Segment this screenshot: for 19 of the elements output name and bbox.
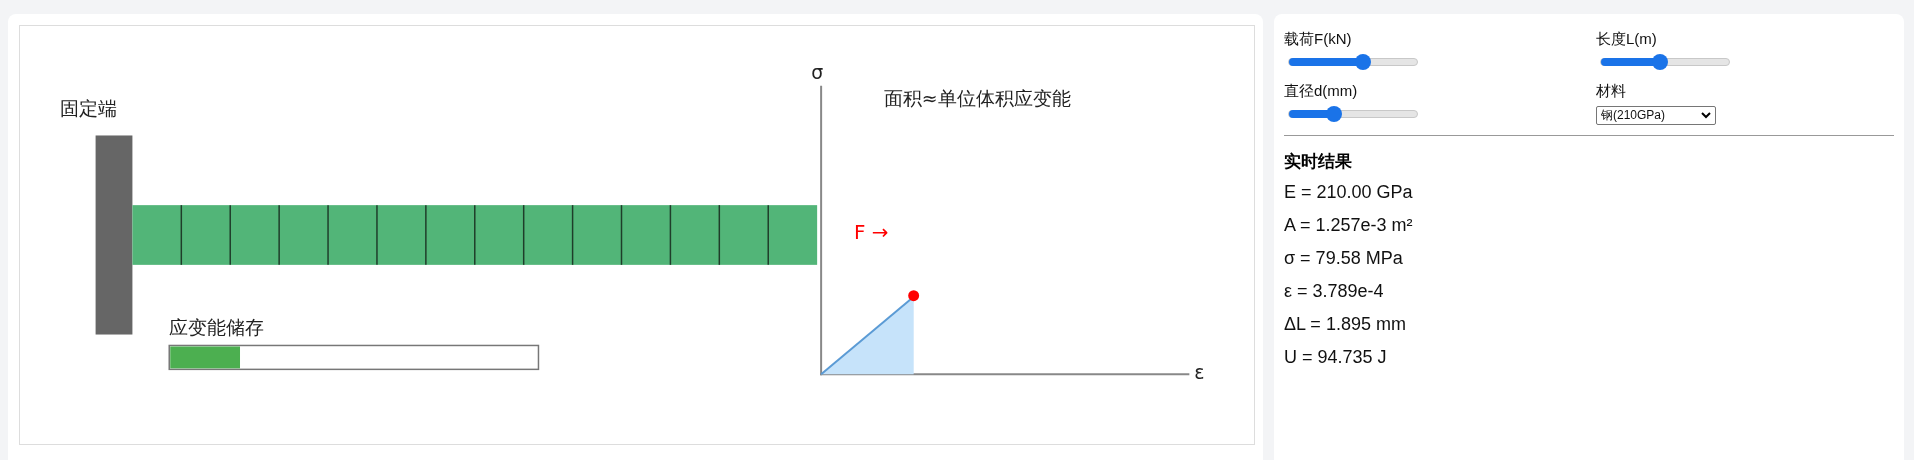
control-label: 载荷F(kN) [1284, 30, 1353, 49]
result-line: ΔL = 1.895 mm [1284, 313, 1407, 336]
caret-icon [1701, 112, 1711, 119]
fixed-end-label: 固定端 [59, 96, 117, 119]
result-line: σ = 79.58 MPa [1284, 247, 1404, 270]
control-label: 长度L(m) [1596, 30, 1658, 49]
result-line: A = 1.257e-3 m² [1284, 214, 1414, 237]
energy-label: 应变能储存 [169, 315, 265, 338]
result-line: ε = 3.789e-4 [1284, 280, 1385, 303]
control-label: 材料 [1596, 82, 1627, 101]
control-label: 直径d(mm) [1284, 82, 1359, 101]
result-line: E = 210.00 GPa [1284, 181, 1414, 204]
x-axis-label: ε [1194, 361, 1205, 384]
force-label: F → [853, 221, 889, 244]
y-axis-label: σ [811, 60, 824, 83]
result-line: U = 94.735 J [1284, 346, 1388, 369]
material-select[interactable]: 钢(210GPa) [1596, 106, 1716, 125]
results-title: 实时结果 [1284, 151, 1353, 173]
chart-title: 面积≈单位体积应变能 [883, 86, 1071, 109]
